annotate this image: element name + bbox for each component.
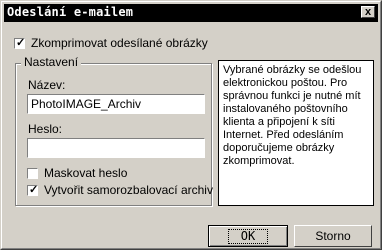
name-label: Název: bbox=[28, 78, 66, 92]
compress-images-label: Zkomprimovat odesílané obrázky bbox=[31, 36, 208, 50]
mask-password-label: Maskovat heslo bbox=[44, 166, 128, 180]
self-extracting-check-box[interactable] bbox=[27, 183, 38, 196]
ok-label: OK bbox=[227, 228, 269, 244]
password-field[interactable] bbox=[27, 138, 205, 158]
compress-images-checkbox[interactable]: Zkomprimovat odesílané obrázky bbox=[14, 36, 208, 50]
cancel-button[interactable]: Storno bbox=[294, 225, 372, 247]
mask-password-checkbox[interactable]: Maskovat heslo bbox=[27, 166, 127, 180]
info-text: Vybrané obrázky se odešlou elektronickou… bbox=[218, 60, 374, 206]
window-title: Odeslání e-mailem bbox=[7, 5, 134, 19]
name-input[interactable] bbox=[31, 97, 201, 111]
settings-legend: Nastavení bbox=[21, 55, 82, 69]
password-label: Heslo: bbox=[28, 122, 63, 136]
email-dialog: Odeslání e-mailem x Zkomprimovat odesíla… bbox=[0, 0, 382, 250]
close-button[interactable]: x bbox=[361, 6, 375, 18]
mask-password-check-box[interactable] bbox=[27, 167, 38, 179]
ok-button[interactable]: OK bbox=[208, 225, 288, 247]
title-bar[interactable]: Odeslání e-mailem x bbox=[4, 4, 378, 22]
cancel-label: Storno bbox=[315, 229, 351, 243]
compress-images-check-box[interactable] bbox=[14, 36, 25, 49]
close-icon: x bbox=[364, 6, 372, 18]
name-field[interactable] bbox=[27, 94, 205, 114]
self-extracting-checkbox[interactable]: Vytvořit samorozbalovací archiv bbox=[27, 183, 213, 197]
password-input[interactable] bbox=[31, 141, 201, 155]
self-extracting-label: Vytvořit samorozbalovací archiv bbox=[44, 183, 213, 197]
